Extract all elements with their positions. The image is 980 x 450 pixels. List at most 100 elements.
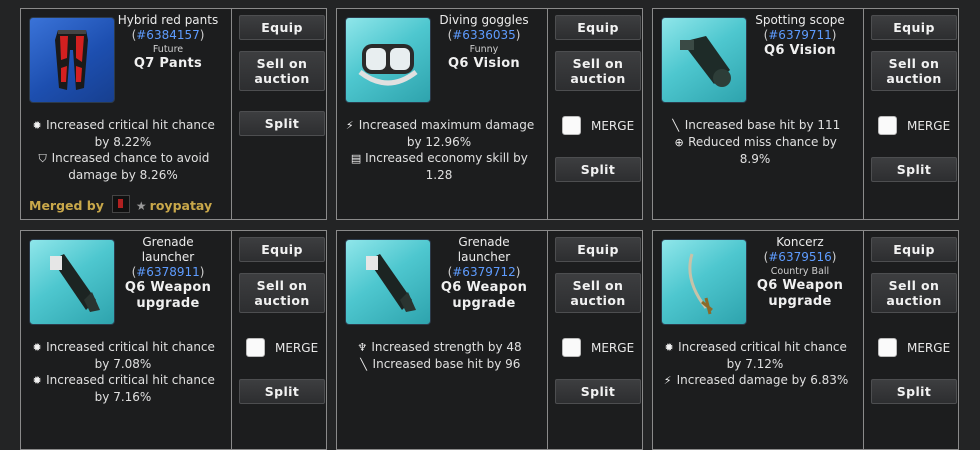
stat-line: ✹ Increased critical hit chance by 7.08% [32,340,215,371]
split-button[interactable]: Split [555,379,641,404]
item-rarity: Country Ball [770,266,830,277]
sell-on-auction-button[interactable]: Sell on auction [239,273,325,313]
sell-on-auction-button[interactable]: Sell on auction [555,51,641,91]
crit-icon: ✹ [32,374,42,387]
equip-button[interactable]: Equip [239,237,325,262]
stat-line: ╲ Increased base hit by 111 [659,117,851,134]
split-button[interactable]: Split [871,157,957,182]
item-title: Grenade launcher (#6378911) Q6 Weapon up… [117,235,219,312]
split-button[interactable]: Split [239,111,325,136]
stat-line: ▤ Increased economy skill by 1.28 [350,151,528,182]
item-stats: ╲ Increased base hit by 111 ⊕ Reduced miss… [659,117,851,167]
item-name: Diving goggles [439,13,529,27]
checkbox-box[interactable] [562,116,581,135]
item-actions: Equip Sell on auction MERGE Split [863,231,958,449]
item-card: Koncerz (#6379516) Country Ball Q6 Weapo… [652,230,959,450]
checkbox-box[interactable] [246,338,265,357]
item-stats: ⚡ Increased maximum damage by 12.96% ▤ Inc… [343,117,535,183]
item-actions: Equip Sell on auction MERGE Split [547,9,642,219]
merge-checkbox[interactable]: MERGE [878,116,950,135]
item-title: Grenade launcher (#6379712) Q6 Weapon up… [433,235,535,312]
item-title: Hybrid red pants (#6384157) Future Q7 Pa… [117,13,219,71]
item-class: Q6 Weapon upgrade [124,280,212,311]
equip-button[interactable]: Equip [239,15,325,40]
item-id-link[interactable]: #6336035 [452,28,516,42]
economy-icon: ▤ [350,152,362,165]
stat-line: ⚡ Increased damage by 6.83% [659,372,851,389]
crit-icon: ✹ [32,341,42,354]
item-info: Grenade launcher (#6378911) Q6 Weapon up… [21,231,223,449]
item-title: Diving goggles (#6336035) Funny Q6 Visio… [433,13,535,72]
split-button[interactable]: Split [871,379,957,404]
item-class: Q6 Weapon upgrade [756,278,844,309]
item-stats: ✹ Increased critical hit chance by 7.12% … [659,339,851,389]
item-name: Grenade launcher [141,235,195,264]
split-button[interactable]: Split [239,379,325,404]
merged-label: Merged by [29,198,104,213]
goggles-icon [345,17,431,103]
merged-by: Merged by ★ roypatay [29,195,212,213]
item-stats: ✹ Increased critical hit chance by 7.08% … [27,339,219,405]
equip-button[interactable]: Equip [871,15,957,40]
sell-on-auction-button[interactable]: Sell on auction [871,51,957,91]
shield-icon: ⛉ [38,152,47,165]
stat-line: ✹ Increased critical hit chance by 7.12% [664,340,847,371]
merged-user[interactable]: roypatay [150,198,212,213]
sell-on-auction-button[interactable]: Sell on auction [555,273,641,313]
split-button[interactable]: Split [555,157,641,182]
grenade-launcher-icon [29,239,115,325]
sabre-icon [661,239,747,325]
sword-icon: ╲ [360,358,367,371]
sell-on-auction-button[interactable]: Sell on auction [239,51,325,91]
item-rarity: Future [152,44,184,55]
item-info: Hybrid red pants (#6384157) Future Q7 Pa… [21,9,223,219]
crosshair-icon: ⊕ [674,136,684,149]
item-class: Q6 Weapon upgrade [440,280,528,311]
item-card: Grenade launcher (#6378911) Q6 Weapon up… [20,230,327,450]
sword-icon: ╲ [672,119,680,132]
item-class: Q6 Vision [764,43,836,58]
merge-checkbox[interactable]: MERGE [562,116,634,135]
item-info: Diving goggles (#6336035) Funny Q6 Visio… [337,9,539,219]
item-actions: Equip Sell on auction MERGE Split [863,9,958,219]
merge-checkbox[interactable]: MERGE [562,338,634,357]
damage-icon: ⚡ [663,374,672,387]
item-actions: Equip Sell on auction MERGE Split [547,231,642,449]
item-class: Q6 Vision [448,56,520,71]
checkbox-box[interactable] [878,116,897,135]
merge-checkbox[interactable]: MERGE [246,338,318,357]
item-id-link[interactable]: #6378911 [136,265,200,279]
stat-line: ⊕ Reduced miss chance by 8.9% [674,135,837,166]
equip-button[interactable]: Equip [871,237,957,262]
sell-on-auction-button[interactable]: Sell on auction [871,273,957,313]
stat-line: ⛉ Increased chance to avoid damage by 8.2… [38,151,210,182]
damage-icon: ⚡ [345,119,354,132]
item-card: Grenade launcher (#6379712) Q6 Weapon up… [336,230,643,450]
item-card: Spotting scope (#6379711) Q6 Vision ╲ Inc… [652,8,959,220]
strength-icon: ♆ [357,341,368,354]
item-name: Grenade launcher [457,235,511,264]
stat-line: ╲ Increased base hit by 96 [343,356,535,373]
item-stats: ✹ Increased critical hit chance by 8.22% … [27,117,219,183]
equip-button[interactable]: Equip [555,237,641,262]
crit-icon: ✹ [664,341,674,354]
equip-button[interactable]: Equip [555,15,641,40]
checkbox-box[interactable] [878,338,897,357]
item-name: Spotting scope [755,13,845,27]
item-info: Koncerz (#6379516) Country Ball Q6 Weapo… [653,231,855,449]
item-id-link[interactable]: #6379711 [768,28,832,42]
merge-checkbox[interactable]: MERGE [878,338,950,357]
checkbox-box[interactable] [562,338,581,357]
item-stats: ♆ Increased strength by 48 ╲ Increased bas… [343,339,535,373]
item-class: Q7 Pants [133,56,203,71]
stat-line: ♆ Increased strength by 48 [357,340,522,354]
item-name: Koncerz [776,235,824,249]
item-id-link[interactable]: #6384157 [136,28,200,42]
item-id-link[interactable]: #6379516 [768,250,832,264]
item-rarity: Funny [469,44,499,55]
item-title: Koncerz (#6379516) Country Ball Q6 Weapo… [749,235,851,310]
grenade-launcher-icon [345,239,431,325]
item-id-link[interactable]: #6379712 [452,265,516,279]
avatar [111,195,130,213]
stat-line: ✹ Increased critical hit chance by 7.16% [32,373,215,404]
